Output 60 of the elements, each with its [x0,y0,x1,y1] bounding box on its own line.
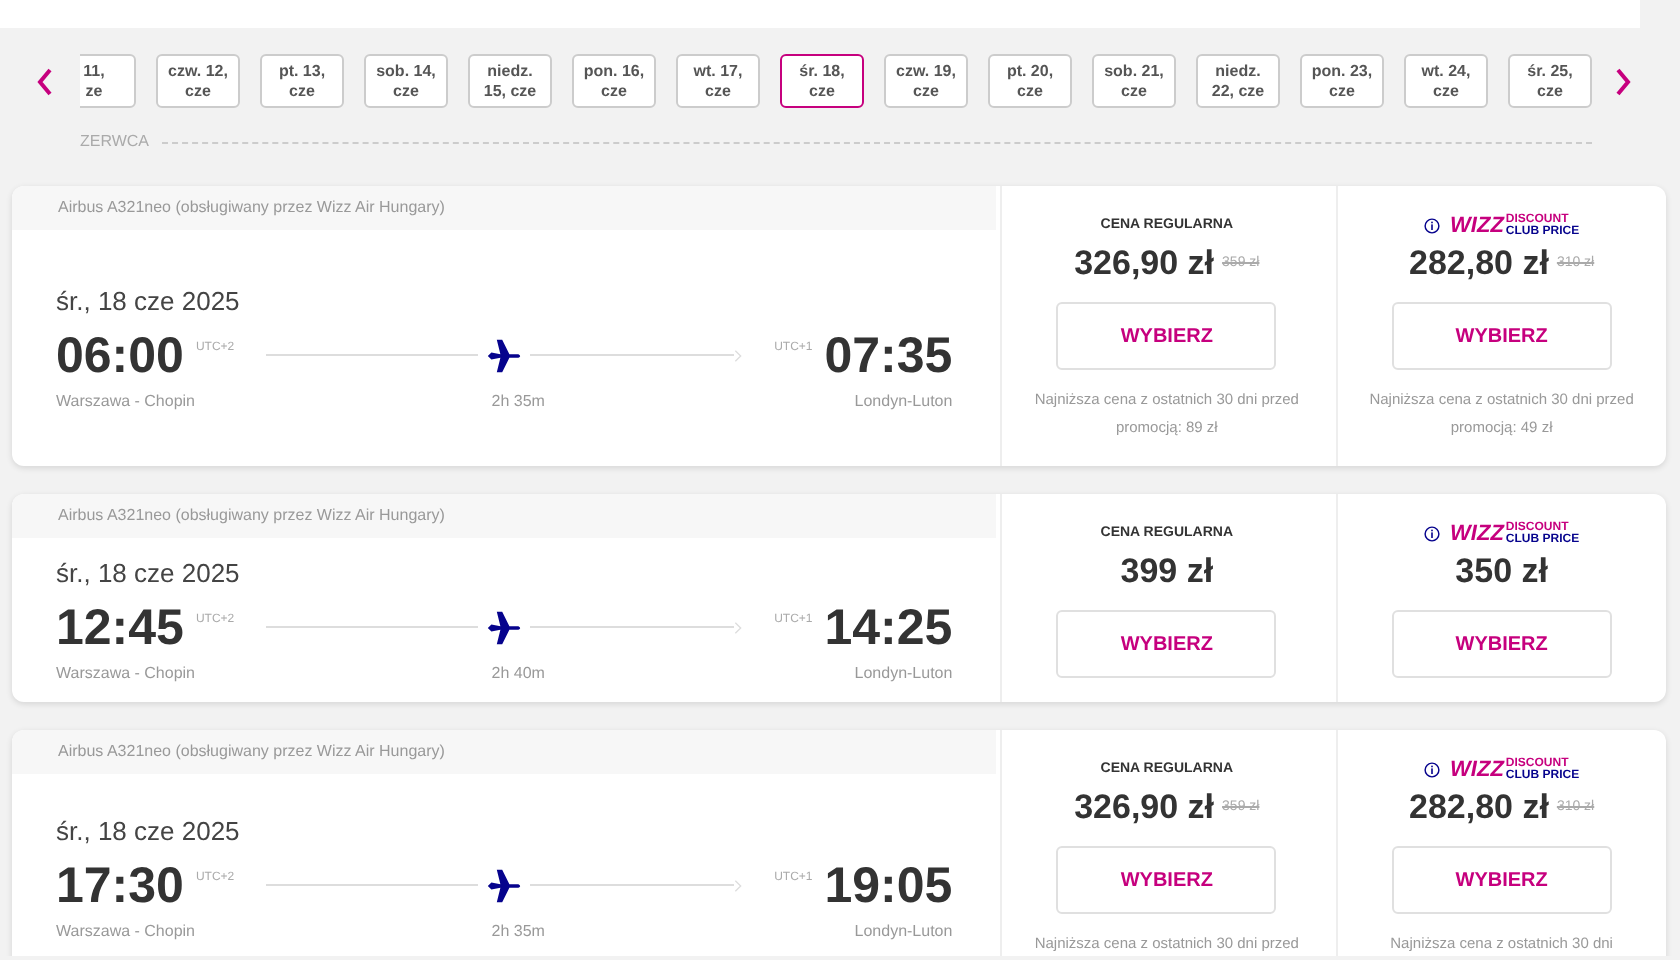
month-label: ZERWCA [80,130,150,154]
aircraft-text: Airbus A321neo (obsługiwany przez Wizz Air Hungary) [58,196,445,220]
select-button[interactable]: WYBIERZ [1056,610,1277,678]
date-chip[interactable]: pt. 13, cze [260,54,344,108]
flight-date: śr., 18 cze 2025 [56,556,242,593]
date-chip[interactable]: pt. 20, cze [988,54,1072,108]
fare-price: 326,90 zł [1074,786,1215,830]
date-chip[interactable]: sob. 21, cze [1092,54,1176,108]
chevron-left-icon[interactable] [36,68,56,96]
date-chip[interactable]: śr. 25, cze [1508,54,1592,108]
date-chip[interactable]: czw. 12, cze [156,54,240,108]
fare-price: 282,80 zł [1408,786,1549,830]
airport-name: Warszawa - Chopin [56,389,198,414]
departure-time: 17:30 [56,855,184,916]
date-chip[interactable]: czw. 19, cze [884,54,968,108]
airport-name: Warszawa - Chopin [56,919,198,944]
select-button[interactable]: WYBIERZ [1391,846,1612,914]
flight-duration: 2h 35m [491,919,545,944]
airport-name: Warszawa - Chopin [56,661,198,686]
brand-logo: WIZZ [1450,214,1504,238]
airport-name: Londyn-Luton [852,919,953,944]
fare-price: 282,80 zł [1408,242,1549,286]
date-chip[interactable]: niedz. 15, cze [468,54,552,108]
aircraft-text: Airbus A321neo (obsługiwany przez Wizz Air Hungary) [58,504,445,528]
chevron-right-icon[interactable] [1612,68,1632,96]
date-chip[interactable]: pon. 16, cze [572,54,656,108]
info-icon[interactable] [1424,762,1441,778]
date-chip[interactable]: sob. 14, cze [364,54,448,108]
select-button[interactable]: WYBIERZ [1056,846,1277,914]
date-chip[interactable]: niedz. 22, cze [1196,54,1280,108]
departure-time: 12:45 [56,597,184,658]
date-chip[interactable]: 11, ze [80,54,136,108]
fare-price: 350 zł [1455,550,1548,594]
airport-name: Londyn-Luton [852,389,953,414]
arrival-time: 14:25 [824,597,953,658]
airplane-icon [486,609,523,646]
arrival-time: 07:35 [824,325,953,386]
date-chip[interactable]: śr. 18, cze [780,54,864,108]
brand-logo: WIZZ [1450,758,1504,782]
select-button[interactable]: WYBIERZ [1391,610,1612,678]
brand-logo: WIZZ [1450,522,1504,546]
date-chip[interactable]: wt. 24, cze [1404,54,1488,108]
fare-price: 326,90 zł [1074,242,1215,286]
flight-duration: 2h 40m [491,661,545,686]
select-button[interactable]: WYBIERZ [1391,302,1612,370]
airplane-icon [486,867,523,904]
select-button[interactable]: WYBIERZ [1056,302,1277,370]
flight-duration: 2h 35m [491,389,545,414]
arrival-time: 19:05 [824,855,953,916]
fare-price: 399 zł [1120,550,1214,594]
airport-name: Londyn-Luton [852,661,953,686]
info-icon[interactable] [1424,218,1441,234]
airplane-icon [486,337,523,374]
date-chip[interactable]: pon. 23, cze [1300,54,1384,108]
date-chip[interactable]: wt. 17, cze [676,54,760,108]
flight-date: śr., 18 cze 2025 [56,284,242,321]
info-icon[interactable] [1424,526,1441,542]
aircraft-text: Airbus A321neo (obsługiwany przez Wizz Air Hungary) [58,740,445,764]
departure-time: 06:00 [56,325,184,386]
flight-date: śr., 18 cze 2025 [56,814,242,851]
